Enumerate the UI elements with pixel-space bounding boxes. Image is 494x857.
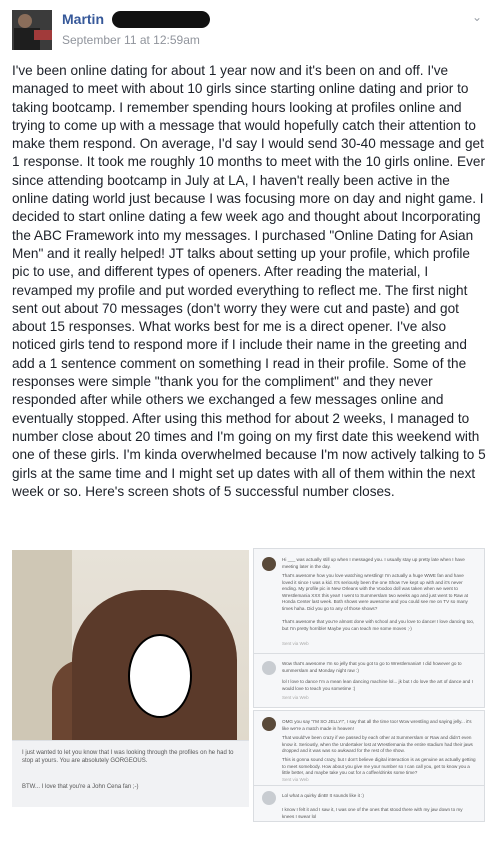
caption-line-2: BTW... I love that you're a John Cena fa… (22, 784, 139, 790)
recipient-avatar (262, 791, 276, 805)
chat-message: OMG you say "I'M SO JELLY!", I say that … (282, 719, 472, 731)
chat-message: Wow that's awesome I'm so jelly that you… (282, 661, 462, 673)
author-name[interactable]: Martin (62, 11, 104, 27)
chat-message: That would've been crazy if we passed by… (282, 735, 473, 753)
sent-status: Sent via Web (282, 641, 309, 646)
chevron-down-icon[interactable]: ⌄ (472, 10, 482, 24)
chat-message: Lol what a quirky dinB! It sounds like i… (282, 793, 364, 798)
chat-message: That's awesome that you're almost done w… (282, 619, 475, 631)
chat-message: Hi ___ was actually still up when I mess… (282, 557, 465, 569)
face-redaction-oval (128, 634, 192, 718)
author-avatar[interactable] (12, 10, 52, 50)
message-screenshot-bottom-right[interactable]: OMG you say "I'M SO JELLY!", I say that … (253, 710, 485, 822)
sent-status: Sent via Web (282, 695, 309, 700)
caption-line-1: I just wanted to let you know that I was… (22, 750, 234, 764)
chat-message: lol I love to dance I'm a mean lean danc… (282, 679, 473, 691)
message-screenshot-top-right[interactable]: Hi ___ was actually still up when I mess… (253, 548, 485, 708)
post-timestamp[interactable]: September 11 at 12:59am (62, 33, 200, 47)
sender-avatar (262, 557, 276, 571)
sent-status: Sent via Web (282, 777, 309, 782)
post-body: I've been online dating for about 1 year… (12, 63, 486, 499)
recipient-avatar (262, 661, 276, 675)
sender-avatar (262, 717, 276, 731)
message-screenshot-left[interactable]: I just wanted to let you know that I was… (12, 740, 249, 807)
facebook-post: Martin September 11 at 12:59am ⌄ I've be… (0, 0, 494, 857)
chat-message: That's awesome how you love watching wre… (282, 573, 469, 611)
chat-message: I know I felt it and I saw it, I was one… (282, 807, 463, 819)
chat-message: This is gonna sound crazy, but I don't b… (282, 757, 476, 775)
redacted-last-name (112, 11, 210, 28)
